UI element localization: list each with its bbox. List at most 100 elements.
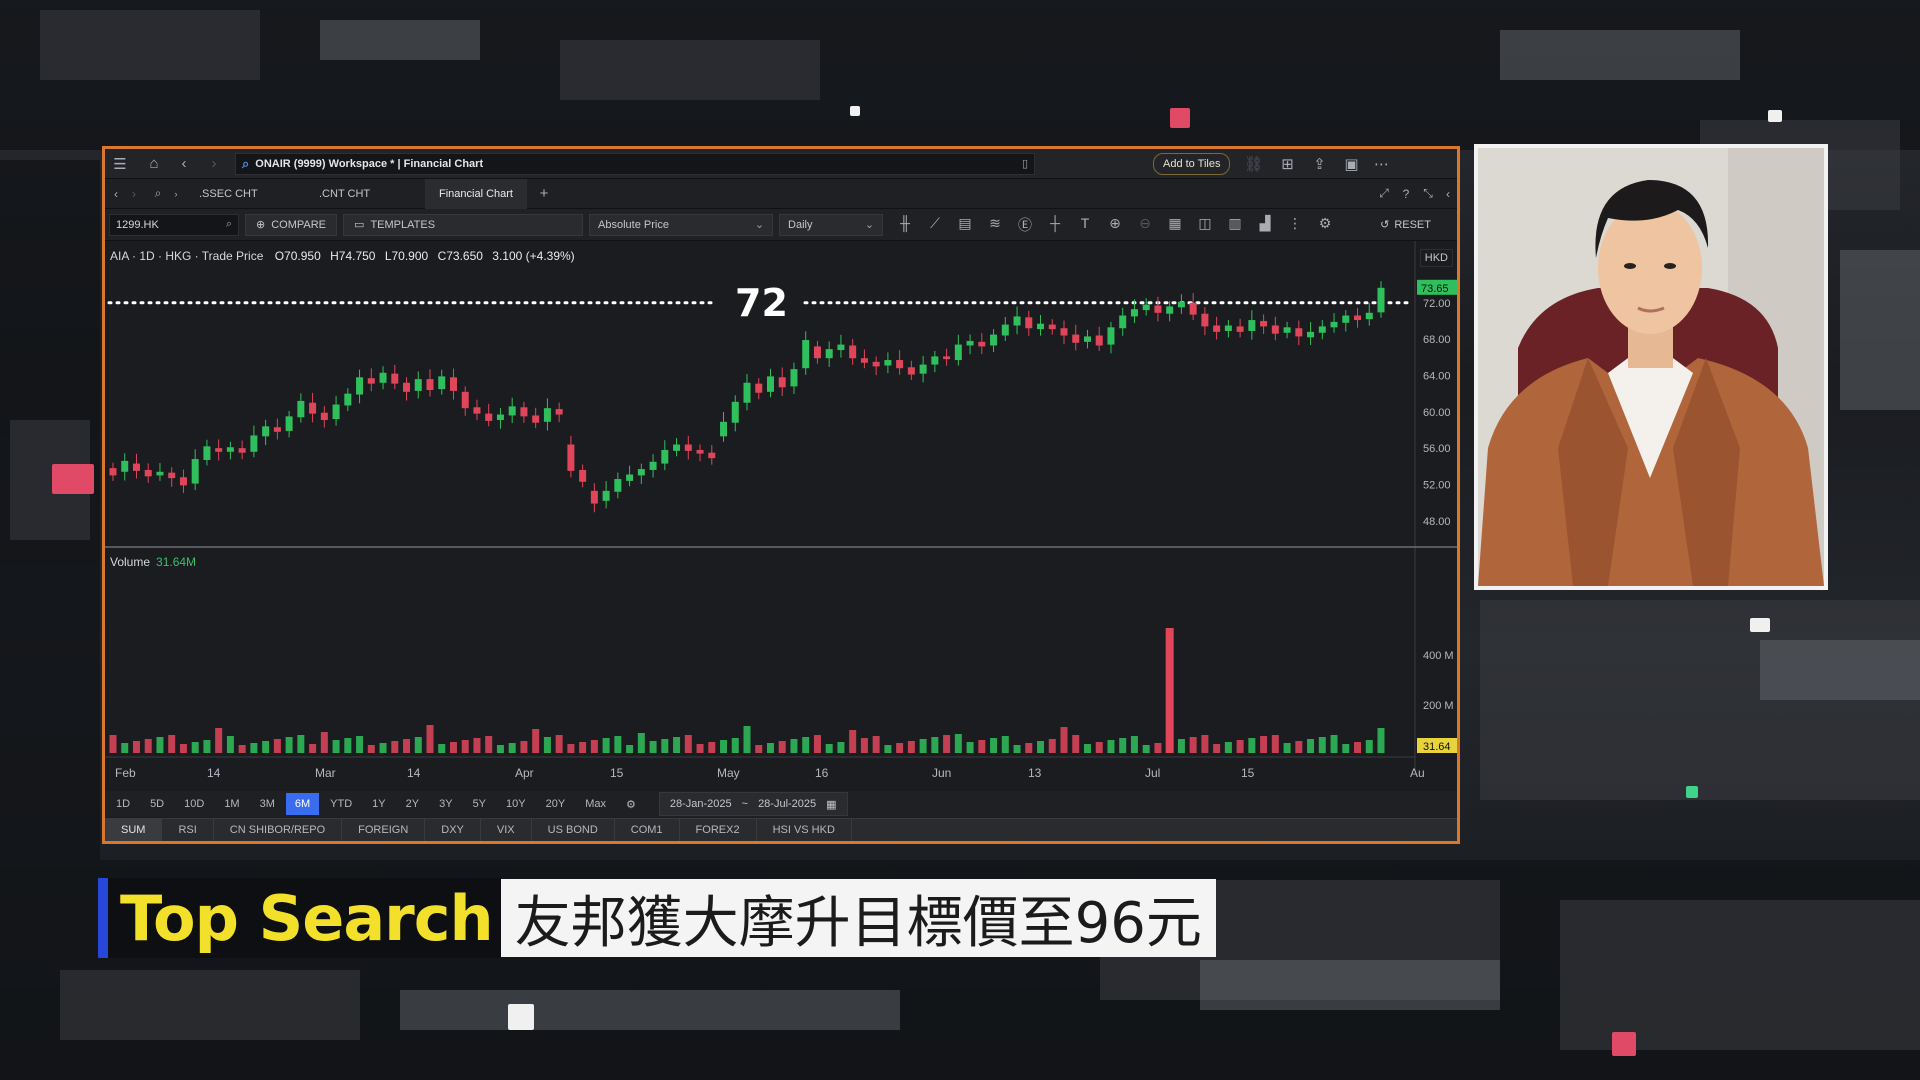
help-icon[interactable]: ? <box>1397 183 1415 205</box>
tab-financial-chart[interactable]: Financial Chart <box>425 178 527 209</box>
link-icon[interactable]: ⛓ <box>1242 153 1264 175</box>
bottom-tab-rsi[interactable]: RSI <box>162 819 214 841</box>
volume-bar <box>1236 740 1244 753</box>
volume-bar <box>309 744 317 753</box>
line-style-icon[interactable]: ⟋ <box>923 215 947 235</box>
candle-body <box>907 367 915 375</box>
volume-bar <box>485 736 493 753</box>
home-icon[interactable]: ⌂ <box>143 153 165 175</box>
reset-button[interactable]: ↺ RESET <box>1380 218 1431 232</box>
x-tick-label: 14 <box>407 766 421 780</box>
add-tab-icon[interactable]: + <box>533 183 555 205</box>
tab-cnt-cht[interactable]: .CNT CHT <box>305 179 395 209</box>
expand-icon[interactable]: ⤡ <box>1419 183 1437 205</box>
bottom-tab-foreign[interactable]: FOREIGN <box>342 819 426 841</box>
price-mode-select[interactable]: Absolute Price ⌄ <box>589 213 774 236</box>
back-icon[interactable]: ‹ <box>173 153 195 175</box>
calendar-icon[interactable]: ▦ <box>826 798 836 811</box>
volume-bar <box>1154 743 1162 753</box>
candle-body <box>191 459 199 484</box>
forward-icon[interactable]: › <box>203 153 225 175</box>
tab-forward-icon[interactable]: › <box>125 183 143 205</box>
range-20y[interactable]: 20Y <box>537 793 575 815</box>
volume-bar <box>1330 735 1338 753</box>
date-range-picker[interactable]: 28-Jan-2025 ~28-Jul-2025 ▦ <box>658 792 848 816</box>
price-tick-label: 68.00 <box>1423 334 1451 346</box>
candle-body <box>543 408 551 422</box>
range-10d[interactable]: 10D <box>175 793 213 815</box>
crosshair-icon[interactable]: ┼ <box>1043 215 1067 235</box>
volume-bar <box>156 737 164 753</box>
range-3m[interactable]: 3M <box>251 793 284 815</box>
bottom-tab-vix[interactable]: VIX <box>481 819 532 841</box>
panel-icon[interactable]: ▥ <box>1223 215 1247 235</box>
bottom-tab-forex2[interactable]: FOREX2 <box>680 819 757 841</box>
symbol-input[interactable]: 1299.HK ⌕ <box>109 213 239 236</box>
tab-search-icon[interactable]: ⌕ <box>149 183 167 205</box>
tab-ssec-cht[interactable]: .SSEC CHT <box>185 179 275 209</box>
share-icon[interactable]: ⇪ <box>1308 153 1330 175</box>
range-5y[interactable]: 5Y <box>464 793 495 815</box>
address-bar[interactable]: ⌕ ONAIR (9999) Workspace * | Financial C… <box>235 152 1035 175</box>
candle-body <box>1072 334 1080 343</box>
x-tick-label: 13 <box>1028 766 1042 780</box>
price-chart[interactable]: 48.00 52.00 56.00 60.00 64.00 68.00 72.00 72 73.… <box>105 241 1457 791</box>
more-vertical-icon[interactable]: ⋮ <box>1283 215 1307 235</box>
range-ytd[interactable]: YTD <box>321 793 361 815</box>
bar-style-icon[interactable]: ▤ <box>953 215 977 235</box>
events-icon[interactable]: Ⓔ <box>1013 215 1037 235</box>
save-icon[interactable]: ▣ <box>1340 153 1362 175</box>
bookmark-icon[interactable]: ▯ <box>1022 157 1028 170</box>
price-mode-value: Absolute Price <box>598 218 669 231</box>
currency-badge[interactable]: HKD <box>1419 249 1453 267</box>
range-1y[interactable]: 1Y <box>363 793 394 815</box>
bottom-tab-cn-shibor-repo[interactable]: CN SHIBOR/REPO <box>214 819 343 841</box>
templates-button[interactable]: ▭ TEMPLATES <box>343 213 584 236</box>
compare-button[interactable]: ⊕ COMPARE <box>245 213 338 236</box>
range-1m[interactable]: 1M <box>215 793 248 815</box>
bottom-tab-com1[interactable]: COM1 <box>615 819 680 841</box>
range-5d[interactable]: 5D <box>141 793 173 815</box>
new-window-icon[interactable]: ⊞ <box>1276 153 1298 175</box>
chart-area[interactable]: 48.00 52.00 56.00 60.00 64.00 68.00 72.00 72 73.… <box>105 241 1457 791</box>
text-tool-icon[interactable]: T <box>1073 215 1097 235</box>
volume-bar <box>696 744 704 753</box>
candle-body <box>179 477 187 486</box>
interval-select[interactable]: Daily ⌄ <box>779 213 884 236</box>
candle-body <box>614 479 622 492</box>
range-max[interactable]: Max <box>576 793 615 815</box>
tab-back-icon[interactable]: ‹ <box>107 183 125 205</box>
candle-body <box>590 490 598 504</box>
volume-bar <box>743 726 751 753</box>
candle-body <box>637 469 645 476</box>
zoom-in-icon[interactable]: ⊕ <box>1103 215 1127 235</box>
chart-icon[interactable]: ▟ <box>1253 215 1277 235</box>
volume-bar <box>320 732 328 753</box>
range-10y[interactable]: 10Y <box>497 793 535 815</box>
volume-bar <box>543 737 551 753</box>
bottom-tab-dxy[interactable]: DXY <box>425 819 481 841</box>
candlestick-icon[interactable]: ╫ <box>893 215 917 235</box>
presenter-video <box>1474 144 1828 590</box>
range-3y[interactable]: 3Y <box>430 793 461 815</box>
add-to-tiles-button[interactable]: Add to Tiles <box>1153 152 1231 175</box>
candle-body <box>226 447 234 452</box>
zoom-out-icon[interactable]: ⊖ <box>1133 215 1157 235</box>
volume-bar <box>215 728 223 753</box>
bottom-tab-hsi-vs-hkd[interactable]: HSI VS HKD <box>757 819 852 841</box>
more-icon[interactable]: ⋯ <box>1370 153 1392 175</box>
range-6m[interactable]: 6M <box>285 793 320 815</box>
range-1d[interactable]: 1D <box>107 793 139 815</box>
menu-icon[interactable]: ☰ <box>109 153 131 175</box>
layout-icon[interactable]: ◫ <box>1193 215 1217 235</box>
bottom-tab-sum[interactable]: SUM <box>105 819 163 841</box>
collapse-icon[interactable]: ‹ <box>1439 183 1457 205</box>
symbol-search-icon[interactable]: ⌕ <box>226 218 232 231</box>
bottom-tab-us-bond[interactable]: US BOND <box>532 819 615 841</box>
range-2y[interactable]: 2Y <box>397 793 428 815</box>
popout-icon[interactable]: ⤢ <box>1375 183 1393 205</box>
range-settings-icon[interactable]: ⚙ <box>617 793 645 815</box>
grid-layout-icon[interactable]: ▦ <box>1163 215 1187 235</box>
settings-icon[interactable]: ⚙ <box>1313 215 1337 235</box>
indicator-icon[interactable]: ≋ <box>983 215 1007 235</box>
